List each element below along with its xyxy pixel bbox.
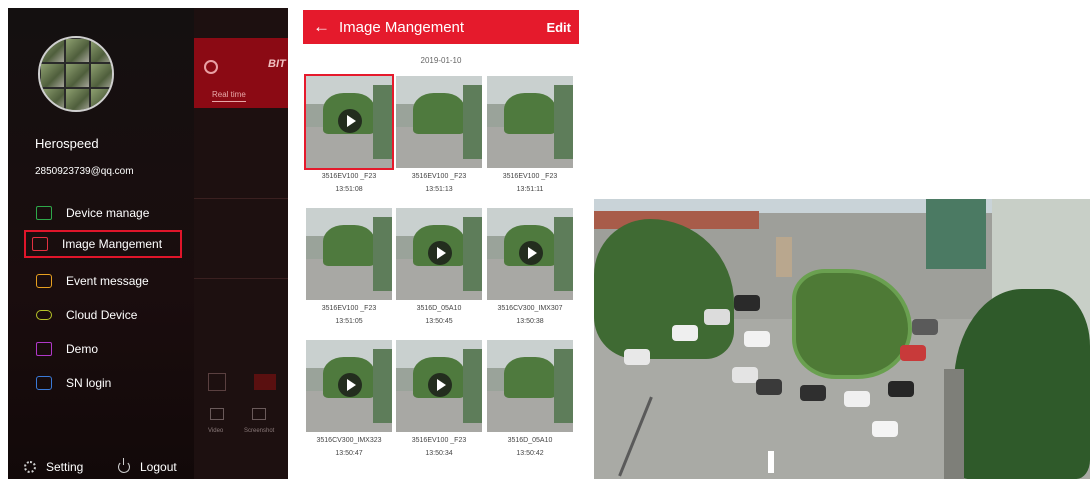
demo-icon — [36, 342, 52, 356]
image-thumbnail[interactable] — [487, 340, 573, 432]
drawer-bottom-bar: Setting Logout — [8, 458, 194, 479]
menu-item-label: Image Mangement — [62, 237, 163, 251]
thumbnail-time: 13:50:38 — [516, 318, 544, 325]
person-icon — [204, 60, 218, 74]
camera-icon — [36, 206, 52, 220]
thumbnail-time: 13:51:11 — [516, 186, 544, 193]
play-icon[interactable] — [519, 241, 543, 265]
menu-item-label: SN login — [66, 376, 112, 390]
menu-item-demo[interactable]: Demo — [30, 335, 190, 363]
camera-snapshot-image — [594, 199, 1090, 479]
cloud-icon — [36, 310, 52, 320]
image-icon — [32, 237, 48, 251]
menu-item-label: Cloud Device — [66, 308, 138, 322]
setting-button[interactable]: Setting — [24, 460, 83, 474]
image-thumbnail[interactable] — [487, 76, 573, 168]
thumbnail-time: 13:51:13 — [425, 186, 453, 193]
sn-login-icon — [36, 376, 52, 390]
thumbnail-name: 3516D_05A10 — [416, 305, 462, 312]
image-management-screen: ← Image Mangement Edit 2019-01-10 3516EV… — [303, 10, 579, 479]
thumbnail-name: 3516CV300_IMX323 — [316, 437, 382, 444]
background-tab-realtime[interactable]: Real time — [212, 90, 246, 102]
play-icon[interactable] — [338, 109, 362, 133]
image-thumbnail[interactable] — [306, 208, 392, 300]
message-icon — [36, 274, 52, 288]
thumbnail-time: 13:50:47 — [335, 450, 363, 457]
menu-item-image-mangement[interactable]: Image Mangement — [24, 230, 182, 258]
drawer-panel: Herospeed 2850923739@qq.com Device manag… — [8, 8, 194, 479]
back-arrow-icon[interactable]: ← — [313, 18, 330, 35]
date-header: 2019-01-10 — [420, 56, 462, 65]
edit-button[interactable]: Edit — [546, 20, 571, 35]
screen-icon[interactable] — [208, 373, 226, 391]
image-thumbnail[interactable] — [306, 340, 392, 432]
screenshot-icon[interactable] — [252, 408, 266, 420]
page-title: Image Mangement — [339, 19, 465, 36]
avatar[interactable] — [38, 36, 114, 112]
user-name: Herospeed — [35, 136, 99, 151]
menu-item-sn-login[interactable]: SN login — [30, 369, 190, 397]
divider — [194, 198, 288, 199]
menu-item-device-manage[interactable]: Device manage — [30, 199, 190, 227]
image-thumbnail[interactable] — [396, 340, 482, 432]
thumbnail-time: 13:50:42 — [516, 450, 544, 457]
menu-item-label: Demo — [66, 342, 99, 356]
video-icon[interactable] — [210, 408, 224, 420]
background-app-title: BIT — [268, 58, 286, 70]
play-icon[interactable] — [338, 373, 362, 397]
video-label: Video — [208, 428, 224, 434]
logout-button[interactable]: Logout — [118, 458, 177, 474]
divider — [194, 278, 288, 279]
screenshot-label: Screenshot — [244, 428, 275, 434]
play-icon[interactable] — [428, 373, 452, 397]
app-bar: ← Image Mangement Edit — [303, 10, 579, 44]
screenshot-stage: BIT Real time Video Screenshot Herospeed… — [0, 0, 1090, 479]
user-email: 2850923739@qq.com — [35, 166, 134, 177]
navigation-drawer-screen: BIT Real time Video Screenshot Herospeed… — [8, 8, 288, 479]
menu-item-label: Event message — [66, 274, 149, 288]
background-app-view: BIT Real time Video Screenshot — [194, 8, 288, 479]
thumbnail-time: 13:51:05 — [335, 318, 363, 325]
menu-item-event-message[interactable]: Event message — [30, 267, 190, 295]
menu-item-label: Device manage — [66, 206, 150, 220]
thumbnail-time: 13:50:34 — [425, 450, 453, 457]
power-icon — [118, 458, 130, 473]
thumbnail-name: 3516D_05A10 — [507, 437, 553, 444]
image-thumbnail[interactable] — [396, 76, 482, 168]
thumbnail-name: 3516EV100 _F23 — [321, 305, 377, 312]
setting-label: Setting — [46, 460, 84, 474]
thumbnail-name: 3516EV100 _F23 — [411, 437, 467, 444]
thumbnail-name: 3516EV100 _F23 — [411, 173, 467, 180]
image-thumbnail[interactable] — [396, 208, 482, 300]
menu-item-cloud-device[interactable]: Cloud Device — [30, 301, 190, 329]
thumbnail-name: 3516CV300_IMX307 — [497, 305, 563, 312]
thumbnail-time: 13:50:45 — [425, 318, 453, 325]
thumbnail-name: 3516EV100 _F23 — [502, 173, 558, 180]
thumbnail-name: 3516EV100 _F23 — [321, 173, 377, 180]
gear-icon — [24, 461, 36, 473]
image-thumbnail[interactable] — [487, 208, 573, 300]
thumbnail-time: 13:51:08 — [335, 186, 363, 193]
record-icon[interactable] — [254, 374, 276, 390]
play-icon[interactable] — [428, 241, 452, 265]
logout-label: Logout — [140, 460, 177, 474]
image-thumbnail[interactable] — [304, 74, 394, 170]
